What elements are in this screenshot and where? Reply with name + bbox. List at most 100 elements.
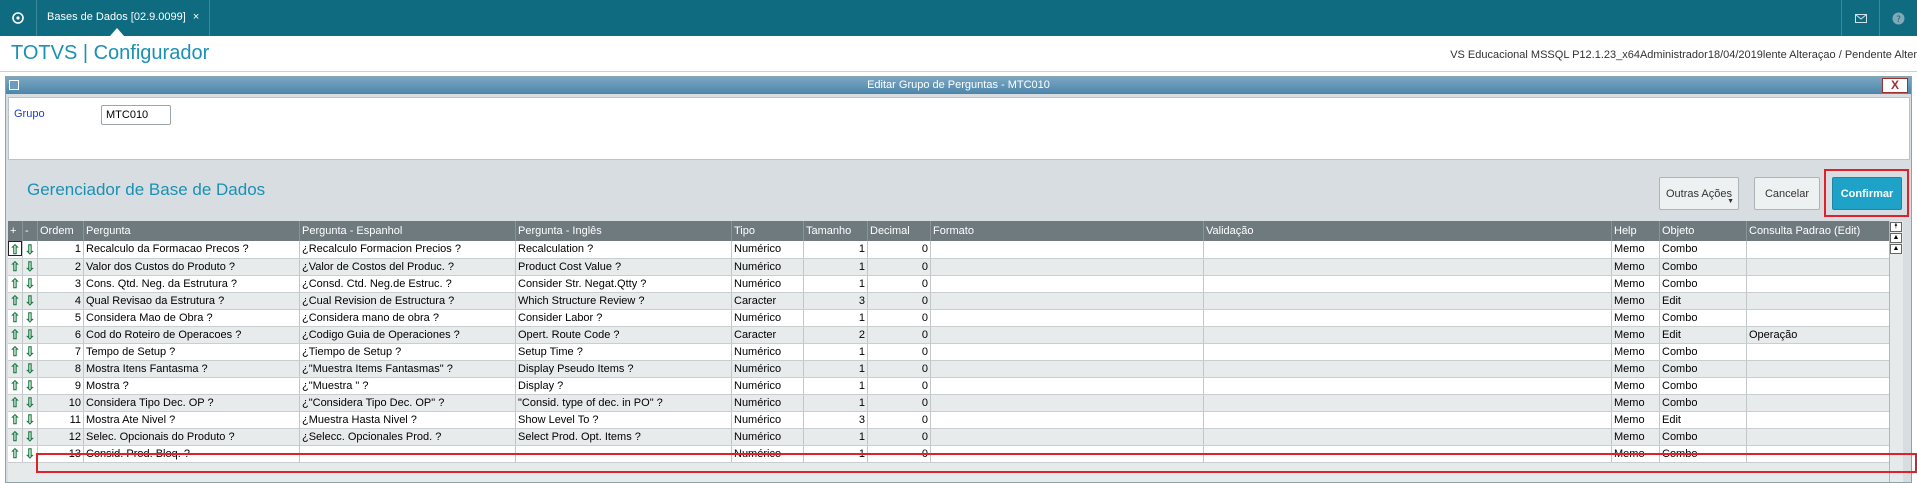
cell-tipo[interactable]: Caracter <box>731 326 804 344</box>
cell-tipo[interactable]: Numérico <box>731 275 804 293</box>
table-row[interactable]: ⇧ ⇩ 7 Tempo de Setup ? ¿Tiempo de Setup ? Set… <box>8 343 1893 361</box>
cell-decimal[interactable]: 0 <box>867 394 931 412</box>
cell-pergunta-en[interactable]: Recalculation ? <box>515 241 732 259</box>
cell-help[interactable]: Memo <box>1611 343 1660 361</box>
cell-consulta[interactable] <box>1746 394 1893 412</box>
cell-formato[interactable] <box>930 411 1204 429</box>
cell-ordem[interactable]: 8 <box>37 360 84 378</box>
arrow-up-icon[interactable]: ⇧ <box>8 429 22 444</box>
cell-objeto[interactable]: Combo <box>1659 309 1747 327</box>
home-icon[interactable] <box>8 9 28 27</box>
cell-ordem[interactable]: 11 <box>37 411 84 429</box>
arrow-up-icon[interactable]: ⇧ <box>8 259 22 274</box>
arrow-up-icon[interactable]: ⇧ <box>8 446 22 461</box>
cell-formato[interactable] <box>930 343 1204 361</box>
arrow-down-icon[interactable]: ⇩ <box>23 293 37 308</box>
cell-decimal[interactable]: 0 <box>867 241 931 259</box>
table-row[interactable]: ⇧ ⇩ 2 Valor dos Custos do Produto ? ¿Valor d… <box>8 258 1893 276</box>
cell-objeto[interactable]: Combo <box>1659 360 1747 378</box>
cell-validacao[interactable] <box>1203 292 1612 310</box>
cell-help[interactable]: Memo <box>1611 411 1660 429</box>
table-row[interactable]: ⇧ ⇩ 9 Mostra ? ¿"Muestra " ? Display ? Numéric… <box>8 377 1893 395</box>
arrow-down-icon[interactable]: ⇩ <box>23 259 37 274</box>
cell-validacao[interactable] <box>1203 275 1612 293</box>
arrow-down-icon[interactable]: ⇩ <box>23 310 37 325</box>
cell-formato[interactable] <box>930 275 1204 293</box>
table-row[interactable]: ⇧ ⇩ 5 Considera Mao de Obra ? ¿Considera man… <box>8 309 1893 327</box>
cell-tamanho[interactable]: 1 <box>803 428 868 446</box>
cell-formato[interactable] <box>930 292 1204 310</box>
cell-pergunta-es[interactable]: ¿Selecc. Opcionales Prod. ? <box>299 428 516 446</box>
cell-pergunta-en[interactable]: Product Cost Value ? <box>515 258 732 276</box>
cell-consulta[interactable] <box>1746 292 1893 310</box>
arrow-up-icon[interactable]: ⇧ <box>8 241 22 257</box>
cell-pergunta-es[interactable]: ¿Recalculo Formacion Precios ? <box>299 241 516 259</box>
cell-pergunta-es[interactable]: ¿"Considera Tipo Dec. OP" ? <box>299 394 516 412</box>
help-icon[interactable]: ? <box>1879 0 1917 36</box>
cell-decimal[interactable]: 0 <box>867 326 931 344</box>
scroll-up-icon[interactable]: ▲ <box>1890 233 1902 243</box>
cell-objeto[interactable]: Combo <box>1659 394 1747 412</box>
cell-validacao[interactable] <box>1203 377 1612 395</box>
cell-formato[interactable] <box>930 309 1204 327</box>
col-consulta[interactable]: Consulta Padrao (Edit) <box>1746 221 1893 241</box>
col-tipo[interactable]: Tipo <box>731 221 804 241</box>
cell-objeto[interactable]: Combo <box>1659 428 1747 446</box>
cell-pergunta[interactable]: Mostra Itens Fantasma ? <box>83 360 300 378</box>
cell-tipo[interactable]: Caracter <box>731 292 804 310</box>
cell-pergunta-es[interactable]: ¿Muestra Hasta Nivel ? <box>299 411 516 429</box>
cell-tamanho[interactable]: 1 <box>803 309 868 327</box>
table-row[interactable]: ⇧ ⇩ 10 Considera Tipo Dec. OP ? ¿"Considera … <box>8 394 1893 412</box>
cell-objeto[interactable]: Combo <box>1659 343 1747 361</box>
arrow-down-icon[interactable]: ⇩ <box>23 242 37 257</box>
cell-formato[interactable] <box>930 428 1204 446</box>
cell-decimal[interactable]: 0 <box>867 360 931 378</box>
arrow-down-icon[interactable]: ⇩ <box>23 361 37 376</box>
cell-tamanho[interactable]: 1 <box>803 241 868 259</box>
cell-tipo[interactable]: Numérico <box>731 258 804 276</box>
other-actions-button[interactable]: Outras Ações ▼ <box>1659 177 1739 210</box>
cell-pergunta-es[interactable]: ¿"Muestra " ? <box>299 377 516 395</box>
arrow-down-icon[interactable]: ⇩ <box>23 276 37 291</box>
arrow-down-icon[interactable]: ⇩ <box>23 395 37 410</box>
arrow-up-icon[interactable]: ⇧ <box>8 395 22 410</box>
arrow-down-icon[interactable]: ⇩ <box>23 446 37 461</box>
cell-ordem[interactable]: 3 <box>37 275 84 293</box>
col-formato[interactable]: Formato <box>930 221 1204 241</box>
cell-tamanho[interactable]: 1 <box>803 343 868 361</box>
col-help[interactable]: Help <box>1611 221 1660 241</box>
cell-tamanho[interactable]: 1 <box>803 377 868 395</box>
col-ordem[interactable]: Ordem <box>37 221 84 241</box>
cell-pergunta[interactable]: Valor dos Custos do Produto ? <box>83 258 300 276</box>
cell-validacao[interactable] <box>1203 394 1612 412</box>
cell-consulta[interactable] <box>1746 428 1893 446</box>
col-pergunta[interactable]: Pergunta <box>83 221 300 241</box>
table-row[interactable]: ⇧ ⇩ 11 Mostra Ate Nivel ? ¿Muestra Hasta Niv… <box>8 411 1893 429</box>
cell-pergunta-en[interactable]: Select Prod. Opt. Items ? <box>515 428 732 446</box>
col-validacao[interactable]: Validação <box>1203 221 1612 241</box>
close-icon[interactable]: X <box>1882 78 1908 93</box>
cell-pergunta-es[interactable]: ¿Tiempo de Setup ? <box>299 343 516 361</box>
cell-validacao[interactable] <box>1203 309 1612 327</box>
cell-validacao[interactable] <box>1203 258 1612 276</box>
cell-decimal[interactable]: 0 <box>867 292 931 310</box>
cell-pergunta-es[interactable]: ¿Valor de Costos del Produc. ? <box>299 258 516 276</box>
cell-objeto[interactable]: Edit <box>1659 292 1747 310</box>
cell-pergunta-en[interactable]: Which Structure Review ? <box>515 292 732 310</box>
cell-consulta[interactable] <box>1746 258 1893 276</box>
cell-validacao[interactable] <box>1203 241 1612 259</box>
cell-pergunta[interactable]: Cod do Roteiro de Operacoes ? <box>83 326 300 344</box>
cell-validacao[interactable] <box>1203 411 1612 429</box>
arrow-up-icon[interactable]: ⇧ <box>8 378 22 393</box>
cell-ordem[interactable]: 4 <box>37 292 84 310</box>
tab-close-icon[interactable]: × <box>193 11 199 23</box>
col-pergunta-es[interactable]: Pergunta - Espanhol <box>299 221 516 241</box>
cell-tipo[interactable]: Numérico <box>731 360 804 378</box>
cell-help[interactable]: Memo <box>1611 241 1660 259</box>
cell-ordem[interactable]: 10 <box>37 394 84 412</box>
cell-objeto[interactable]: Combo <box>1659 377 1747 395</box>
table-row[interactable]: ⇧ ⇩ 6 Cod do Roteiro de Operacoes ? ¿Codigo … <box>8 326 1893 344</box>
cell-tamanho[interactable]: 2 <box>803 326 868 344</box>
table-row[interactable]: ⇧ ⇩ 4 Qual Revisao da Estrutura ? ¿Cual Revi… <box>8 292 1893 310</box>
cell-decimal[interactable]: 0 <box>867 309 931 327</box>
